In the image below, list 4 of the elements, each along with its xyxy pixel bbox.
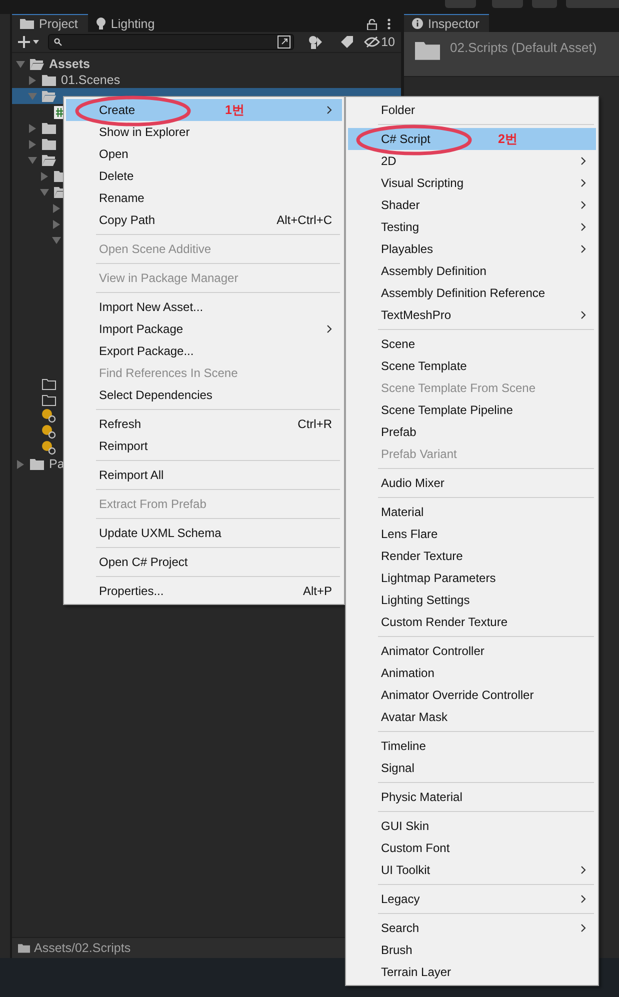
annotation-label: 1번 (225, 102, 245, 119)
path-label: Assets/02.Scripts (34, 941, 131, 955)
annotation-label: 2번 (498, 131, 518, 148)
asset-title: 02.Scripts (Default Asset) (450, 40, 597, 55)
